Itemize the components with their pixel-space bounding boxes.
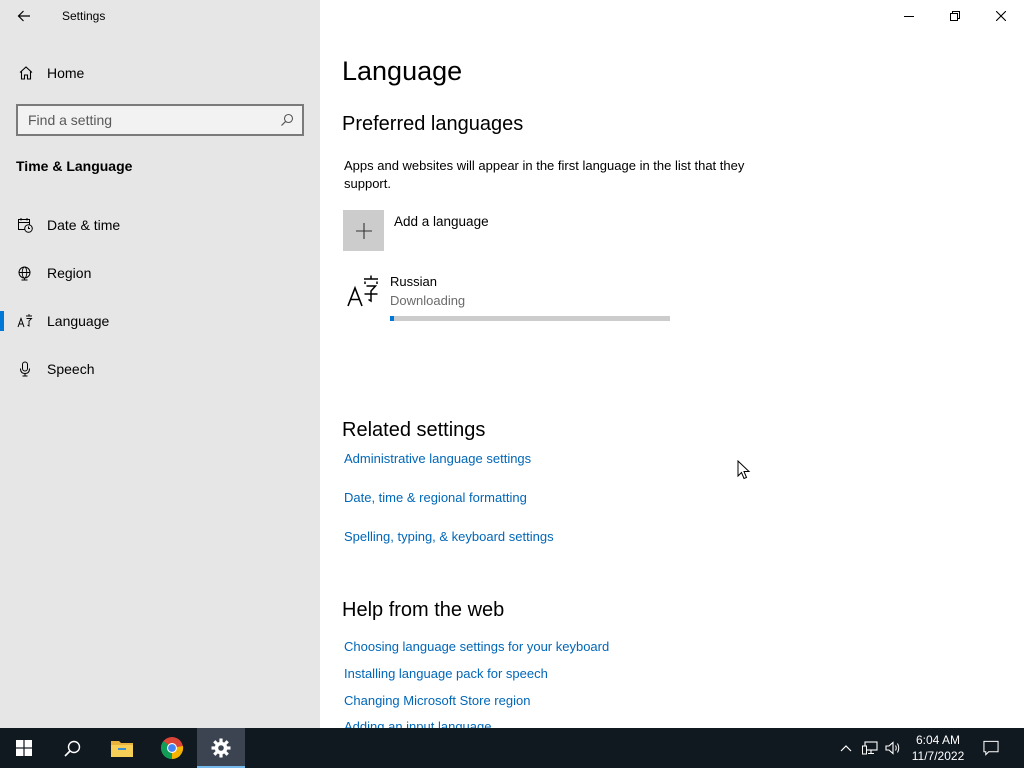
- app-title: Settings: [62, 9, 106, 23]
- language-icon: [347, 275, 378, 307]
- sidebar-item-date-time[interactable]: Date & time: [0, 205, 320, 245]
- restore-icon: [950, 11, 960, 21]
- link-adding-input-language-text: Adding an input language: [344, 719, 492, 728]
- globe-icon: [18, 266, 31, 281]
- minimize-button[interactable]: [886, 0, 932, 32]
- home-icon: [19, 66, 33, 80]
- active-indicator: [0, 311, 4, 331]
- link-installing-speech-pack[interactable]: Installing language pack for speech: [344, 666, 548, 681]
- plus-icon: [355, 222, 372, 239]
- windows-logo-icon: [16, 740, 32, 756]
- add-language-button[interactable]: Add a language: [343, 210, 543, 252]
- sidebar-item-label: Region: [47, 265, 92, 281]
- link-adding-input-language[interactable]: Adding an input language: [344, 719, 491, 728]
- action-center-button[interactable]: [983, 740, 999, 756]
- volume-tray-button[interactable]: [885, 740, 901, 756]
- sidebar-item-label: Language: [47, 313, 110, 329]
- search-input[interactable]: [18, 106, 274, 134]
- download-progress-fill: [390, 316, 394, 321]
- show-hidden-icons-button[interactable]: [838, 740, 854, 756]
- language-name: Russian: [390, 274, 437, 289]
- settings-taskbar-button[interactable]: [197, 728, 245, 768]
- link-date-time-regional-formatting[interactable]: Date, time & regional formatting: [344, 490, 527, 505]
- close-icon: [996, 11, 1006, 21]
- sidebar-home[interactable]: Home: [0, 58, 320, 88]
- help-from-web-heading: Help from the web: [342, 599, 505, 621]
- language-item-russian[interactable]: Russian Downloading: [343, 268, 683, 328]
- sidebar-item-language[interactable]: Language: [0, 301, 320, 341]
- language-icon: [17, 314, 33, 328]
- link-changing-store-region[interactable]: Changing Microsoft Store region: [344, 693, 530, 708]
- search-box[interactable]: [16, 104, 304, 136]
- file-explorer-button[interactable]: [98, 728, 146, 768]
- link-administrative-language-settings[interactable]: Administrative language settings: [344, 451, 531, 466]
- sidebar-home-label: Home: [47, 65, 85, 81]
- chrome-button[interactable]: [148, 728, 196, 768]
- mouse-pointer-icon: [737, 460, 751, 480]
- microphone-icon: [20, 361, 30, 377]
- search-icon[interactable]: [280, 113, 294, 127]
- notification-icon: [983, 740, 999, 756]
- minimize-icon: [904, 16, 914, 17]
- search-icon: [63, 740, 80, 757]
- network-tray-button[interactable]: [862, 740, 878, 756]
- speaker-icon: [885, 741, 900, 755]
- language-status: Downloading: [390, 293, 466, 308]
- clock-time: 6:04 AM: [915, 733, 961, 747]
- sidebar-item-label: Date & time: [47, 217, 121, 233]
- sidebar: Settings Home Time & Language Date & tim…: [0, 0, 320, 728]
- close-button[interactable]: [978, 0, 1024, 32]
- clock-date: 11/7/2022: [911, 749, 965, 763]
- taskbar-clock[interactable]: 6:04 AM 11/7/2022: [906, 732, 970, 764]
- page-title: Language: [342, 56, 463, 86]
- add-language-label: Add a language: [394, 214, 489, 229]
- taskbar: 6:04 AM 11/7/2022: [0, 728, 1024, 768]
- sidebar-item-speech[interactable]: Speech: [0, 349, 320, 389]
- back-arrow-icon: [17, 10, 30, 22]
- folder-icon: [111, 741, 133, 757]
- download-progress-bar: [390, 316, 670, 321]
- add-language-tile[interactable]: [343, 210, 384, 251]
- sidebar-item-region[interactable]: Region: [0, 253, 320, 293]
- chrome-icon: [161, 737, 184, 759]
- gear-icon: [211, 738, 231, 758]
- calendar-clock-icon: [18, 218, 33, 233]
- search-taskbar-button[interactable]: [48, 728, 96, 768]
- preferred-languages-heading: Preferred languages: [342, 113, 524, 135]
- start-button[interactable]: [0, 728, 48, 768]
- chevron-up-icon: [840, 745, 852, 752]
- sidebar-item-label: Speech: [47, 361, 95, 377]
- restore-button[interactable]: [932, 0, 978, 32]
- related-settings-heading: Related settings: [342, 419, 486, 441]
- network-icon: [862, 741, 878, 755]
- link-spelling-typing-keyboard-settings[interactable]: Spelling, typing, & keyboard settings: [344, 529, 554, 544]
- preferred-languages-description: Apps and websites will appear in the fir…: [344, 158, 745, 191]
- link-choosing-keyboard-language[interactable]: Choosing language settings for your keyb…: [344, 639, 609, 654]
- back-button[interactable]: [8, 4, 40, 28]
- sidebar-section-title: Time & Language: [16, 158, 133, 174]
